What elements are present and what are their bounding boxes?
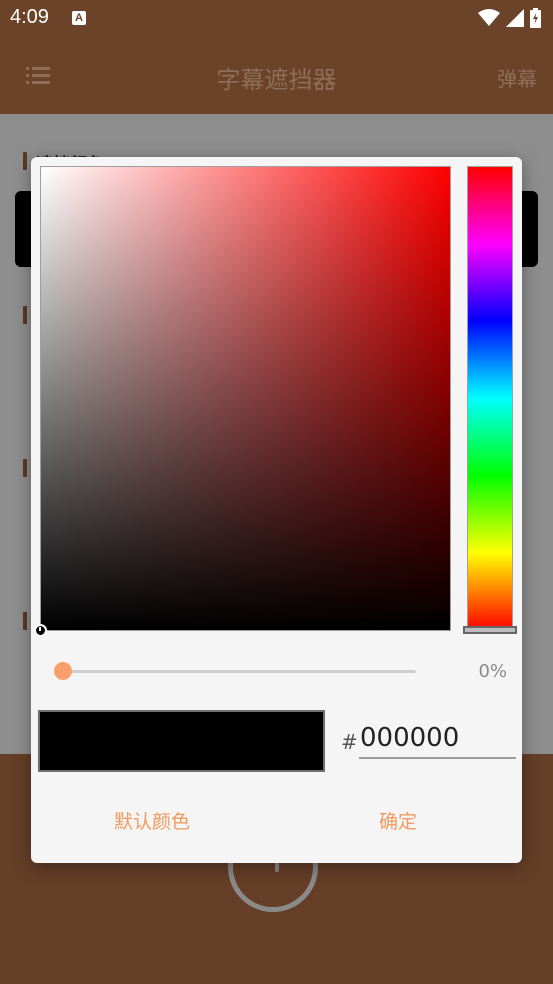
hue-slider-handle[interactable] (463, 626, 517, 634)
signal-icon (506, 9, 524, 27)
alpha-percent-label: 0% (478, 661, 507, 682)
danmaku-action-button[interactable]: 弹幕 (497, 63, 537, 92)
section-marker (23, 306, 27, 324)
status-time: 4:09 (10, 6, 49, 28)
hash-symbol: # (341, 730, 358, 754)
cursor-tick (39, 627, 41, 631)
color-preview-swatch (38, 710, 325, 772)
status-icons (478, 8, 541, 28)
wifi-icon (478, 9, 500, 26)
notification-a-icon: A (72, 11, 86, 25)
saturation-value-cursor[interactable] (34, 624, 47, 637)
confirm-button[interactable]: 确定 (379, 807, 417, 834)
app-bar: 字幕遮挡器 弹幕 (0, 38, 553, 114)
saturation-value-square[interactable] (40, 166, 451, 631)
power-icon-line (275, 862, 279, 872)
alpha-slider-track[interactable] (64, 670, 416, 673)
app-title: 字幕遮挡器 (216, 66, 337, 94)
hex-color-input[interactable] (359, 719, 516, 759)
hue-slider[interactable] (467, 166, 513, 631)
section-marker (23, 152, 27, 170)
status-bar: 4:09 A (0, 0, 553, 38)
section-marker (23, 612, 27, 630)
default-color-button[interactable]: 默认颜色 (114, 807, 190, 834)
alpha-slider-thumb[interactable] (54, 662, 72, 680)
battery-charging-icon (530, 8, 541, 28)
color-picker-dialog: 0% # 默认颜色 确定 (31, 157, 522, 863)
section-marker (23, 459, 27, 477)
